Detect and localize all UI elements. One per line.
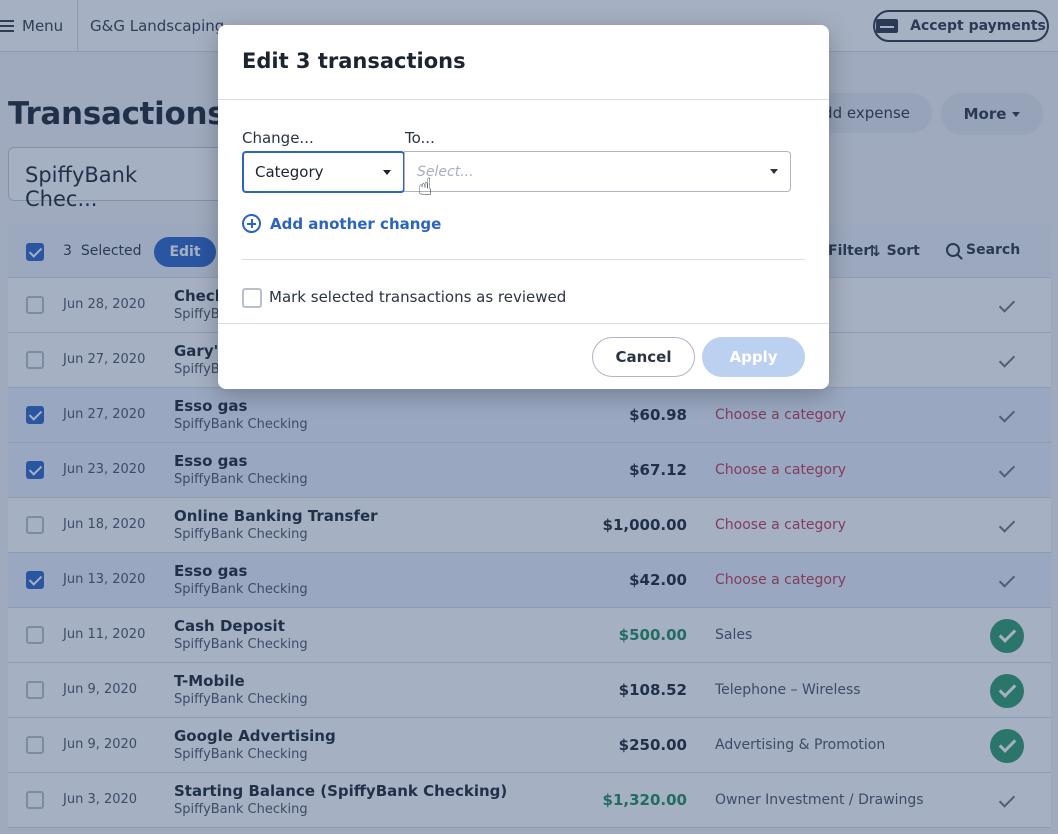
change-field-value: Category bbox=[255, 163, 324, 181]
mark-reviewed-checkbox[interactable] bbox=[242, 288, 262, 308]
change-field-select[interactable]: Category bbox=[242, 151, 405, 193]
caret-down-icon bbox=[383, 169, 391, 175]
dialog-header-divider bbox=[218, 99, 829, 100]
apply-button[interactable]: Apply bbox=[702, 337, 805, 377]
cancel-button[interactable]: Cancel bbox=[592, 337, 695, 377]
hand-cursor-icon: ☝ bbox=[418, 173, 433, 201]
dialog-footer-divider bbox=[218, 323, 829, 324]
change-label: Change... bbox=[242, 129, 314, 147]
caret-down-icon bbox=[770, 169, 778, 174]
mark-reviewed-label[interactable]: Mark selected transactions as reviewed bbox=[269, 288, 566, 306]
dialog-divider bbox=[242, 259, 805, 260]
to-label: To... bbox=[405, 129, 435, 147]
add-another-change-label: Add another change bbox=[270, 214, 442, 233]
add-another-change-button[interactable]: Add another change bbox=[242, 214, 441, 233]
dialog-title: Edit 3 transactions bbox=[242, 49, 466, 73]
plus-circle-icon bbox=[242, 214, 261, 233]
to-value-select[interactable]: Select... bbox=[404, 151, 791, 192]
edit-transactions-dialog: Edit 3 transactions Change... To... Cate… bbox=[218, 25, 829, 389]
